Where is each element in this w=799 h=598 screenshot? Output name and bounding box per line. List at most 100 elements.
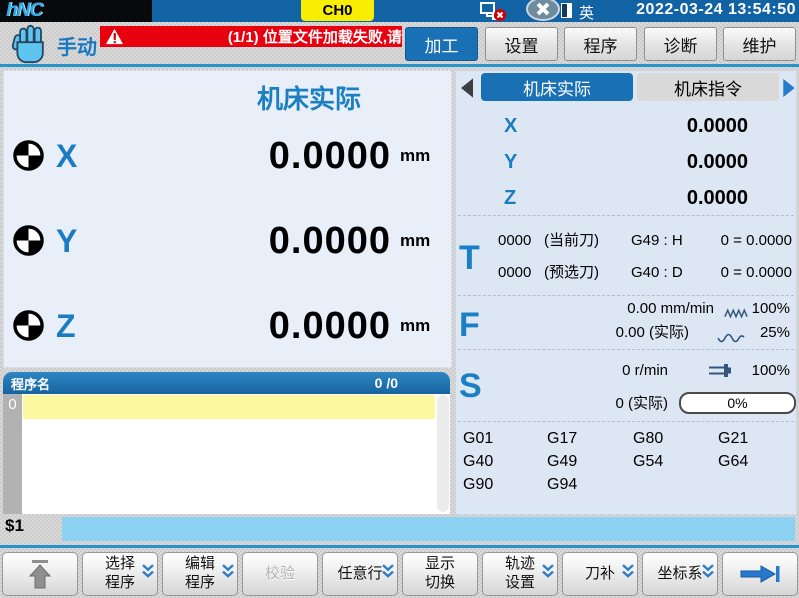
- mode-label: 手动: [57, 31, 97, 60]
- spindle-override-icon: [707, 362, 737, 387]
- tab-machining[interactable]: 加工: [405, 27, 478, 61]
- channel-badge: CH0: [301, 0, 374, 21]
- tool-number: 0000: [498, 229, 531, 253]
- tool-row: 0000 (预选刀) G40 : D 0 = 0.0000: [456, 261, 798, 285]
- program-current-line[interactable]: [23, 395, 435, 419]
- select-program-button[interactable]: 选择 程序: [82, 552, 158, 596]
- brand-logo-text: hNC: [6, 0, 42, 22]
- feed-override-percent: 100%: [752, 297, 790, 321]
- position-panel-title: 机床实际: [174, 79, 444, 116]
- status-tab-prev-button[interactable]: [458, 76, 476, 105]
- machine-zero-icon: [13, 140, 44, 176]
- return-button[interactable]: [2, 552, 78, 596]
- tool-desc: (预选刀): [544, 261, 599, 285]
- channel-label: $1: [5, 516, 24, 536]
- position-panel: 机床实际 X 0.0000 mm Y 0.00: [3, 70, 452, 368]
- up-arrow-icon: [22, 558, 58, 590]
- program-line-gutter: 0: [3, 394, 22, 514]
- axis-value: 0.0000: [269, 302, 391, 350]
- rapid-override-percent: 25%: [760, 321, 790, 345]
- status-panel: 机床实际 机床指令 X 0.0000 Y 0.0000 Z 0.0000 T 0…: [455, 70, 797, 515]
- gcode-cell: G01: [463, 427, 493, 450]
- axis-row-y: Y 0.0000 mm: [4, 217, 453, 265]
- tool-number: 0000: [498, 261, 531, 285]
- gcode-cell: G17: [547, 427, 577, 450]
- tool-offset: 0 = 0.0000: [721, 261, 792, 285]
- axis-name: X: [56, 132, 77, 180]
- gcode-row: G90 G94: [456, 473, 798, 496]
- chevron-double-down-icon: [381, 563, 395, 585]
- tab-settings[interactable]: 设置: [485, 27, 558, 61]
- chevron-double-down-icon: [541, 563, 555, 585]
- axis-value: 0.0000: [687, 149, 748, 175]
- verify-button: 校验: [242, 552, 318, 596]
- gcode-cell: G54: [633, 450, 663, 473]
- tool-comp-code: G49 : H: [631, 229, 683, 253]
- divider: [458, 295, 794, 296]
- spindle-load-percent: 0%: [727, 395, 747, 411]
- tool-comp-code: G40 : D: [631, 261, 683, 285]
- gcode-row: G40 G49 G54 G64: [456, 450, 798, 473]
- titlebar: hNC CH0 英 2022-03-24 13:54:50: [0, 0, 799, 22]
- program-panel-title: 程序名: [11, 374, 50, 393]
- machine-zero-icon: [13, 225, 44, 261]
- track-settings-button[interactable]: 轨迹 设置: [482, 552, 558, 596]
- axis-unit: mm: [400, 316, 430, 336]
- program-panel: 程序名 0 /0 0: [3, 372, 450, 515]
- tool-desc: (当前刀): [544, 229, 599, 253]
- coordinate-system-button[interactable]: 坐标系: [642, 552, 718, 596]
- alert-message: (1/1) 位置文件加载失败,请: [228, 26, 402, 47]
- gcode-cell: G49: [547, 450, 577, 473]
- chevron-double-down-icon: [141, 563, 155, 585]
- softkey-bar: 选择 程序 编辑 程序 校验 任意行 显示 切换 轨迹: [0, 551, 799, 598]
- status-tab-machine-actual[interactable]: 机床实际: [481, 73, 633, 101]
- divider: [458, 421, 794, 422]
- feed-row: 0.00 mm/min 100%: [456, 297, 798, 321]
- spindle-override-percent: 100%: [752, 358, 790, 384]
- axis-name: Y: [56, 217, 77, 265]
- cnc-screen: hNC CH0 英 2022-03-24 13:54:50: [0, 0, 799, 598]
- display-switch-button[interactable]: 显示 切换: [402, 552, 478, 596]
- tool-offset: 0 = 0.0000: [721, 229, 792, 253]
- axis-unit: mm: [400, 146, 430, 166]
- axis-name: Z: [504, 185, 516, 211]
- alert-banner[interactable]: (1/1) 位置文件加载失败,请: [100, 26, 402, 47]
- status-tab-machine-command[interactable]: 机床指令: [637, 73, 779, 101]
- program-line-number: 0: [8, 396, 16, 413]
- gcode-cell: G90: [463, 473, 493, 496]
- ime-keyboard-icon[interactable]: [561, 3, 572, 18]
- axis-value: 0.0000: [269, 132, 391, 180]
- edit-program-button[interactable]: 编辑 程序: [162, 552, 238, 596]
- tool-comp-button[interactable]: 刀补: [562, 552, 638, 596]
- axis-name: Y: [504, 149, 517, 175]
- status-axis-row: X 0.0000: [456, 113, 798, 139]
- program-scrollbar[interactable]: [437, 395, 449, 512]
- feed-row: 0.00 (实际) 25%: [456, 321, 798, 345]
- softkey-divider: [0, 545, 799, 548]
- spindle-actual: 0 (实际): [615, 391, 668, 417]
- chevron-double-down-icon: [701, 563, 715, 585]
- axis-row-x: X 0.0000 mm: [4, 132, 453, 180]
- warning-triangle-icon: [105, 28, 124, 47]
- axis-name: X: [504, 113, 517, 139]
- datetime-display: 2022-03-24 13:54:50: [636, 1, 796, 19]
- next-menu-button[interactable]: [722, 552, 798, 596]
- brand-logo: hNC: [0, 0, 152, 22]
- status-tab-next-button[interactable]: [781, 75, 797, 106]
- axis-value: 0.0000: [687, 185, 748, 211]
- any-line-button[interactable]: 任意行: [322, 552, 398, 596]
- divider: [458, 215, 794, 216]
- gcode-cell: G21: [718, 427, 748, 450]
- divider: [458, 349, 794, 350]
- axis-unit: mm: [400, 231, 430, 251]
- tab-program[interactable]: 程序: [564, 27, 637, 61]
- tab-diagnosis[interactable]: 诊断: [644, 27, 717, 61]
- channel-status-bar: [62, 517, 795, 541]
- axis-value: 0.0000: [269, 217, 391, 265]
- language-indicator[interactable]: 英: [579, 2, 594, 23]
- toolbar-divider: [0, 64, 799, 67]
- tab-maintenance[interactable]: 维护: [723, 27, 796, 61]
- gcode-cell: G80: [633, 427, 663, 450]
- machine-zero-icon: [13, 310, 44, 346]
- next-page-arrow-icon: [739, 563, 781, 585]
